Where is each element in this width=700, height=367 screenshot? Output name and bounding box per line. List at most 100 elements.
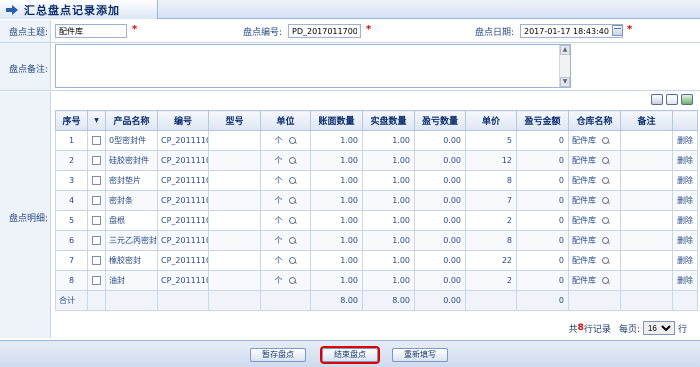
cell-actual-qty[interactable]: 1.00 [362, 150, 415, 171]
cell-actual-qty[interactable]: 1.00 [362, 130, 415, 151]
cell-no: 3 [55, 170, 88, 191]
search-icon[interactable] [602, 156, 610, 165]
warehouse-text: 配件库 [572, 236, 596, 245]
cell-select [87, 250, 106, 271]
cell-model[interactable] [208, 210, 261, 231]
cell-book-qty: 1.00 [310, 250, 363, 271]
cell-diff-qty: 0.00 [414, 210, 466, 231]
search-icon[interactable] [602, 216, 610, 225]
row-checkbox[interactable] [92, 156, 101, 165]
unit-text: 个 [274, 256, 283, 265]
cell-diff-amount: 0 [516, 270, 569, 291]
cell-book-qty: 1.00 [310, 190, 363, 211]
detail-label: 盘点明细: [8, 214, 48, 224]
search-icon[interactable] [288, 216, 297, 225]
cell-model[interactable] [208, 270, 261, 291]
cell-actual-qty[interactable]: 1.00 [362, 190, 415, 211]
export-excel-icon[interactable] [681, 94, 693, 105]
cell-model[interactable] [208, 190, 261, 211]
search-icon[interactable] [288, 196, 297, 205]
unit-text: 个 [274, 276, 283, 285]
search-icon[interactable] [288, 176, 297, 185]
col-header-model: 型号 [208, 110, 261, 131]
cell-warehouse: 配件库 [568, 190, 621, 211]
row-checkbox[interactable] [92, 176, 101, 185]
search-icon[interactable] [602, 196, 610, 205]
cell-model[interactable] [208, 130, 261, 151]
cell-price: 12 [465, 150, 517, 171]
save-draft-button[interactable]: 暂存盘点 [250, 348, 306, 362]
cell-diff-qty: 0.00 [414, 270, 466, 291]
code-input[interactable] [288, 24, 361, 38]
cell-model[interactable] [208, 170, 261, 191]
cell-remark[interactable] [620, 130, 673, 151]
cell-select [87, 150, 106, 171]
delete-link[interactable]: 删除 [672, 210, 698, 231]
row-checkbox[interactable] [92, 256, 101, 265]
calendar-icon[interactable] [612, 25, 623, 36]
search-icon[interactable] [288, 276, 297, 285]
cell-model[interactable] [208, 230, 261, 251]
cell-actual-qty[interactable]: 1.00 [362, 170, 415, 191]
reset-button[interactable]: 重新填写 [392, 348, 448, 362]
cell-remark[interactable] [620, 210, 673, 231]
delete-link[interactable]: 删除 [672, 190, 698, 211]
finish-inventory-button[interactable]: 结束盘点 [320, 346, 380, 364]
unit-text: 个 [274, 156, 283, 165]
bottom-bar: 暂存盘点 结束盘点 重新填写 [0, 340, 700, 367]
cell-remark[interactable] [620, 150, 673, 171]
delete-link[interactable]: 删除 [672, 250, 698, 271]
search-icon[interactable] [602, 276, 610, 285]
cell-actual-qty[interactable]: 1.00 [362, 230, 415, 251]
col-header-sort[interactable]: ▼ [87, 110, 106, 131]
delete-link[interactable]: 删除 [672, 150, 698, 171]
search-icon[interactable] [602, 176, 610, 185]
cell-actual-qty[interactable]: 1.00 [362, 210, 415, 231]
cell-remark[interactable] [620, 170, 673, 191]
row-checkbox[interactable] [92, 236, 101, 245]
arrow-right-icon [6, 4, 18, 15]
cell-book-qty: 1.00 [310, 210, 363, 231]
cell-model[interactable] [208, 250, 261, 271]
per-page-select[interactable]: 16 [642, 321, 675, 335]
form-row-header: 盘点主题: * 盘点编号: * 盘点日期: * [0, 20, 700, 43]
subject-input[interactable] [55, 24, 127, 38]
remark-scrollbar[interactable]: ▲ ▼ [559, 45, 570, 87]
edit-icon[interactable] [651, 94, 663, 105]
cell-code: CP_201111040 [157, 210, 209, 231]
cell-select [87, 130, 106, 151]
search-icon[interactable] [288, 256, 297, 265]
cell-unit: 个 [260, 210, 311, 231]
row-checkbox[interactable] [92, 276, 101, 285]
cell-model[interactable] [208, 150, 261, 171]
cell-remark[interactable] [620, 230, 673, 251]
scroll-up-icon[interactable]: ▲ [560, 45, 570, 55]
cell-actual-qty[interactable]: 1.00 [362, 250, 415, 271]
search-icon[interactable] [666, 94, 678, 105]
cell-warehouse: 配件库 [568, 230, 621, 251]
row-checkbox[interactable] [92, 216, 101, 225]
cell-remark[interactable] [620, 270, 673, 291]
search-icon[interactable] [288, 236, 297, 245]
delete-link[interactable]: 删除 [672, 230, 698, 251]
per-page-label: 每页: [618, 324, 640, 335]
cell-warehouse: 配件库 [568, 130, 621, 151]
delete-link[interactable]: 删除 [672, 130, 698, 151]
row-checkbox[interactable] [92, 136, 101, 145]
cell-remark[interactable] [620, 190, 673, 211]
delete-link[interactable]: 删除 [672, 170, 698, 191]
total-diff-amount: 0 [516, 290, 569, 311]
remark-textarea[interactable]: ▲ ▼ [55, 44, 571, 88]
cell-remark[interactable] [620, 250, 673, 271]
cell-actual-qty[interactable]: 1.00 [362, 270, 415, 291]
date-input[interactable] [520, 24, 623, 38]
search-icon[interactable] [602, 236, 610, 245]
search-icon[interactable] [288, 156, 297, 165]
row-checkbox[interactable] [92, 196, 101, 205]
scroll-down-icon[interactable]: ▼ [560, 77, 570, 87]
delete-link[interactable]: 删除 [672, 270, 698, 291]
search-icon[interactable] [288, 136, 297, 145]
search-icon[interactable] [602, 256, 610, 265]
search-icon[interactable] [602, 136, 610, 145]
code-label: 盘点编号: [242, 28, 282, 38]
